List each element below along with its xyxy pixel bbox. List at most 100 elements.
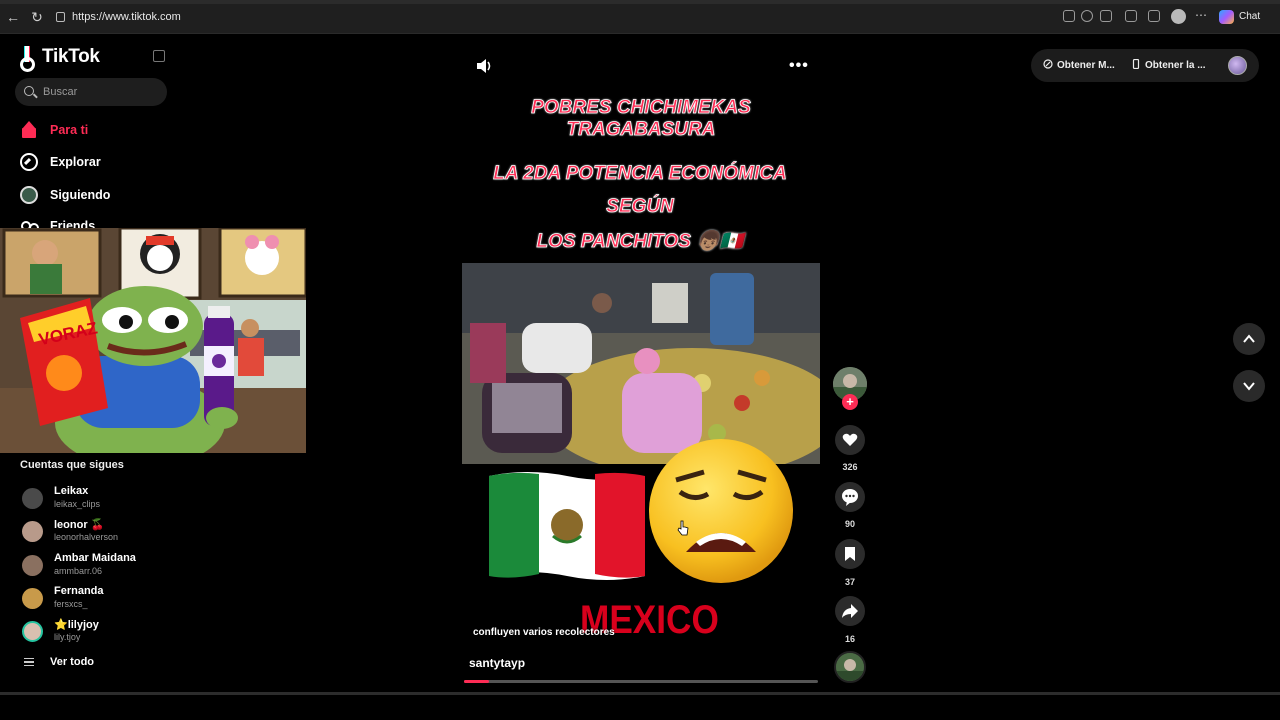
nav-item-explorar[interactable]: Explorar <box>20 150 190 174</box>
account-handle: lily.tjoy <box>54 632 81 642</box>
account-item[interactable]: Ambar Maidana ammbarr.06 <box>22 552 222 582</box>
market-scene <box>462 263 820 464</box>
get-app-link[interactable]: Obtener la ... <box>1131 59 1206 71</box>
search-icon <box>24 86 34 96</box>
comment-count: 90 <box>844 519 855 529</box>
coin-icon <box>1043 59 1053 69</box>
video-progress-fill <box>464 680 489 683</box>
avatar <box>22 488 43 509</box>
account-handle: leikax_clips <box>54 499 101 509</box>
chat-label: Chat <box>1239 11 1261 22</box>
music-disc-icon[interactable] <box>834 651 866 683</box>
browser-profile-avatar[interactable] <box>1171 9 1186 24</box>
share-count: 16 <box>844 634 855 644</box>
logo-text: TikTok <box>42 46 100 67</box>
more-options-icon[interactable]: ••• <box>789 57 809 75</box>
heart-icon <box>842 433 858 446</box>
translate-icon[interactable] <box>1063 10 1075 22</box>
mexico-flag-image <box>489 472 645 580</box>
video-headline-1: POBRES CHICHIMEKAS TRAGABASURA <box>531 97 751 141</box>
home-icon <box>20 121 38 139</box>
volume-icon[interactable] <box>475 57 493 75</box>
extensions-icon[interactable] <box>1125 10 1137 22</box>
followed-accounts-title: Cuentas que sigues <box>20 459 124 471</box>
video-headline-3: SEGÚN <box>606 196 674 218</box>
nav-label: Siguiendo <box>50 188 111 202</box>
sidebar-collapse-icon[interactable] <box>153 50 165 62</box>
like-button[interactable] <box>835 425 865 455</box>
list-icon <box>24 658 34 666</box>
account-handle: ammbarr.06 <box>54 566 103 576</box>
save-button[interactable] <box>835 539 865 569</box>
account-name: leonor 🍒 <box>54 519 105 531</box>
tiktok-logo[interactable]: TikTok <box>20 44 100 72</box>
browser-menu-icon[interactable]: ⋯ <box>1195 8 1207 22</box>
back-icon[interactable]: ← <box>4 8 22 26</box>
comment-icon <box>842 489 858 506</box>
account-item[interactable]: Leikax leikax_clips <box>22 485 222 515</box>
url-text: https://www.tiktok.com <box>72 11 181 23</box>
phone-icon <box>1132 59 1140 69</box>
pepe-illustration: VORAZ <box>0 228 306 453</box>
avatar <box>22 555 43 576</box>
video-headline-2: LA 2DA POTENCIA ECONÓMICA <box>493 163 787 185</box>
like-count: 326 <box>842 462 858 472</box>
nav-item-friends[interactable]: Friends <box>20 215 190 228</box>
share-button[interactable] <box>835 596 865 626</box>
video-author[interactable]: santytayp <box>469 656 525 670</box>
reload-icon[interactable]: ↻ <box>28 8 46 26</box>
account-item[interactable]: ⭐lilyjoy lily.tjoy <box>22 618 222 648</box>
following-icon <box>20 186 38 204</box>
nav-item-siguiendo[interactable]: Siguiendo <box>20 183 190 207</box>
favorites-icon[interactable] <box>1148 10 1160 22</box>
get-coins-link[interactable]: Obtener M... <box>1043 59 1115 71</box>
star-icon[interactable] <box>1100 10 1112 22</box>
avatar <box>22 521 43 542</box>
follow-plus-icon[interactable]: + <box>842 394 858 410</box>
chevron-up-icon <box>1243 334 1255 343</box>
copilot-icon <box>1219 10 1234 24</box>
nav-label: Friends <box>50 219 96 228</box>
search-input[interactable] <box>43 82 161 102</box>
weary-face-emoji <box>649 439 793 583</box>
get-app-label: Obtener la ... <box>1145 60 1206 71</box>
bookmark-icon <box>845 547 855 561</box>
account-handle: leonorhalverson <box>54 532 119 542</box>
nav-item-para-ti[interactable]: Para ti <box>20 118 190 142</box>
user-avatar[interactable] <box>1228 56 1247 75</box>
see-all-button[interactable]: Ver todo <box>24 656 94 668</box>
hand-cursor-icon <box>677 520 689 536</box>
account-name: Leikax <box>54 485 89 497</box>
friends-icon <box>20 219 39 228</box>
overlay-picture: VORAZ <box>0 228 306 453</box>
account-item[interactable]: leonor 🍒 leonorhalverson <box>22 518 222 548</box>
nav-label: Explorar <box>50 155 101 169</box>
tiktok-note-icon <box>20 46 38 72</box>
get-coins-label: Obtener M... <box>1057 60 1115 71</box>
account-item[interactable]: Fernanda fersxcs_ <box>22 585 222 615</box>
next-video-button[interactable] <box>1233 370 1265 402</box>
nav-label: Para ti <box>50 123 89 137</box>
video-footage <box>462 263 820 464</box>
copilot-chat-button[interactable]: Chat <box>1219 9 1260 25</box>
zoom-icon[interactable] <box>1081 10 1093 22</box>
video-progress-bar[interactable] <box>464 680 818 683</box>
previous-video-button[interactable] <box>1233 323 1265 355</box>
browser-toolbar: ← ↻ https://www.tiktok.com ⋯ Chat <box>0 0 1280 34</box>
comment-button[interactable] <box>835 482 865 512</box>
music-disc-image <box>836 653 864 681</box>
avatar <box>22 621 43 642</box>
chevron-down-icon <box>1243 382 1255 391</box>
video-headline-4: LOS PANCHITOS 👦🏽🇲🇽 <box>536 231 744 253</box>
video-caption: confluyen varios recolectores <box>473 627 615 638</box>
share-icon <box>842 604 858 618</box>
see-all-label: Ver todo <box>50 656 95 668</box>
avatar <box>22 588 43 609</box>
lock-icon <box>56 12 65 22</box>
save-count: 37 <box>844 577 855 587</box>
address-bar[interactable]: https://www.tiktok.com <box>52 7 1052 27</box>
search-box[interactable] <box>15 78 167 106</box>
account-handle: fersxcs_ <box>54 599 88 609</box>
compass-icon <box>20 153 38 171</box>
tab-strip <box>0 0 1280 4</box>
